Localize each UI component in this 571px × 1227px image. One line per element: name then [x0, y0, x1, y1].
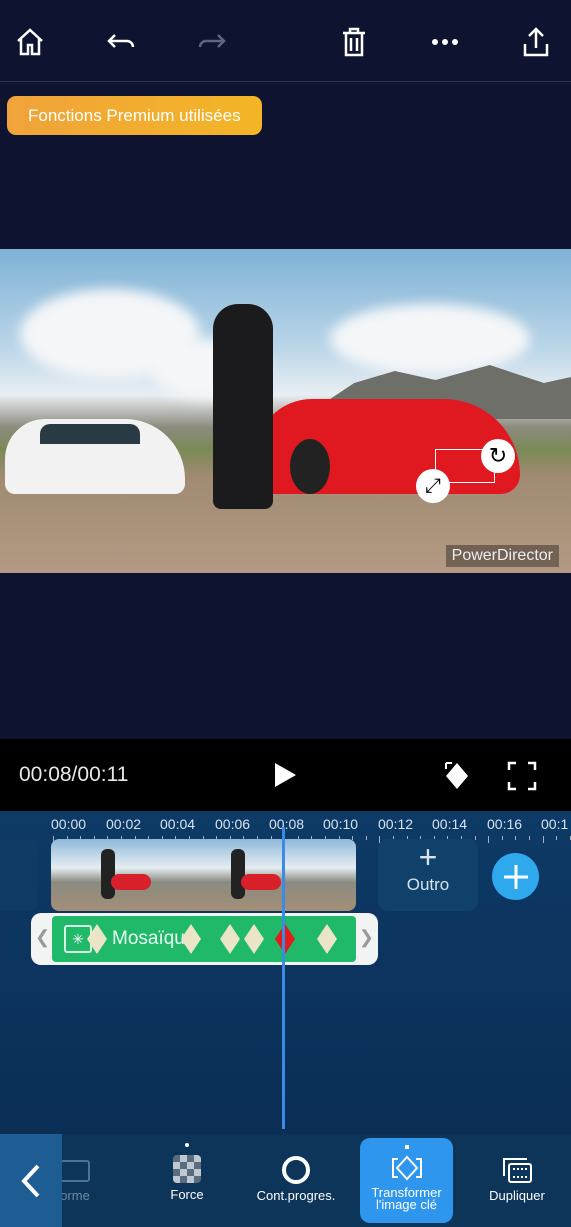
share-icon[interactable]: [516, 22, 556, 62]
tool-label: Force: [170, 1187, 204, 1202]
ruler-tick: [556, 836, 558, 840]
top-toolbar: [0, 0, 571, 82]
tool-label: Dupliquer: [489, 1188, 545, 1203]
video-preview[interactable]: ⤢ ↻ PowerDirector: [0, 249, 571, 573]
fullscreen-icon[interactable]: [507, 761, 537, 796]
ruler-tick: [515, 836, 517, 840]
tool-label: Cont.progres.: [256, 1188, 336, 1203]
keyframe-icon[interactable]: [444, 761, 470, 796]
ruler-label: 00:16: [487, 816, 523, 832]
outro-label: Outro: [406, 875, 450, 894]
timeline[interactable]: 00:00 00:02 00:04 00:06 00:08 00:10 00:1…: [0, 811, 571, 1134]
tool-label: orme: [62, 1188, 90, 1203]
more-icon[interactable]: [425, 22, 465, 62]
ruler-label: 00:02: [106, 816, 142, 832]
tool-force[interactable]: Force: [142, 1134, 232, 1227]
ruler-label: 00:08: [269, 816, 305, 832]
back-button[interactable]: [0, 1134, 62, 1227]
redo-icon[interactable]: [192, 22, 232, 62]
home-icon[interactable]: [10, 22, 50, 62]
ruler-label: 00:10: [323, 816, 359, 832]
video-clip[interactable]: [51, 839, 356, 911]
play-icon[interactable]: [272, 761, 298, 794]
bottom-toolbar: orme Force Cont.progres. Transformer l'i…: [0, 1134, 571, 1227]
premium-features-badge[interactable]: Fonctions Premium utilisées: [7, 96, 262, 135]
mosaic-icon: [173, 1155, 201, 1183]
watermark: PowerDirector: [445, 545, 559, 567]
ruler-label: 00:1: [541, 816, 569, 832]
ruler-label: 00:06: [215, 816, 251, 832]
rotate-handle-icon[interactable]: ↻: [481, 439, 515, 473]
trim-right-handle[interactable]: ❯: [359, 927, 374, 948]
tool-shape[interactable]: orme: [62, 1134, 102, 1227]
trim-left-handle[interactable]: ❮: [35, 927, 50, 948]
ruler-tick: [488, 836, 490, 843]
tool-label: Transformer l'image clé: [371, 1185, 442, 1212]
tool-duplicate[interactable]: Dupliquer: [472, 1134, 562, 1227]
ruler-tick: [501, 836, 503, 840]
add-clip-button[interactable]: [492, 853, 539, 900]
ruler-label: 00:12: [378, 816, 414, 832]
tool-cont-progres[interactable]: Cont.progres.: [246, 1134, 346, 1227]
ruler-label: 00:00: [51, 816, 87, 832]
undo-icon[interactable]: [101, 22, 141, 62]
resize-handle-icon[interactable]: ⤢: [416, 469, 450, 503]
previous-clip[interactable]: [0, 839, 38, 911]
ruler-label: 00:14: [432, 816, 468, 832]
time-display: 00:08/00:11: [19, 763, 129, 786]
circle-icon: [282, 1156, 310, 1184]
trash-icon[interactable]: [334, 22, 374, 62]
playhead[interactable]: [282, 827, 285, 1129]
ruler-label: 00:04: [160, 816, 196, 832]
shape-icon: [62, 1160, 90, 1182]
tool-transform-keyframe[interactable]: Transformer l'image clé: [360, 1138, 453, 1223]
ruler-tick: [529, 836, 530, 840]
playback-controls: 00:08/00:11: [0, 739, 571, 811]
add-outro-button[interactable]: + Outro: [378, 839, 478, 911]
ruler-tick: [542, 836, 544, 843]
duplicate-icon: [503, 1158, 532, 1183]
ruler-tick: [365, 836, 367, 840]
